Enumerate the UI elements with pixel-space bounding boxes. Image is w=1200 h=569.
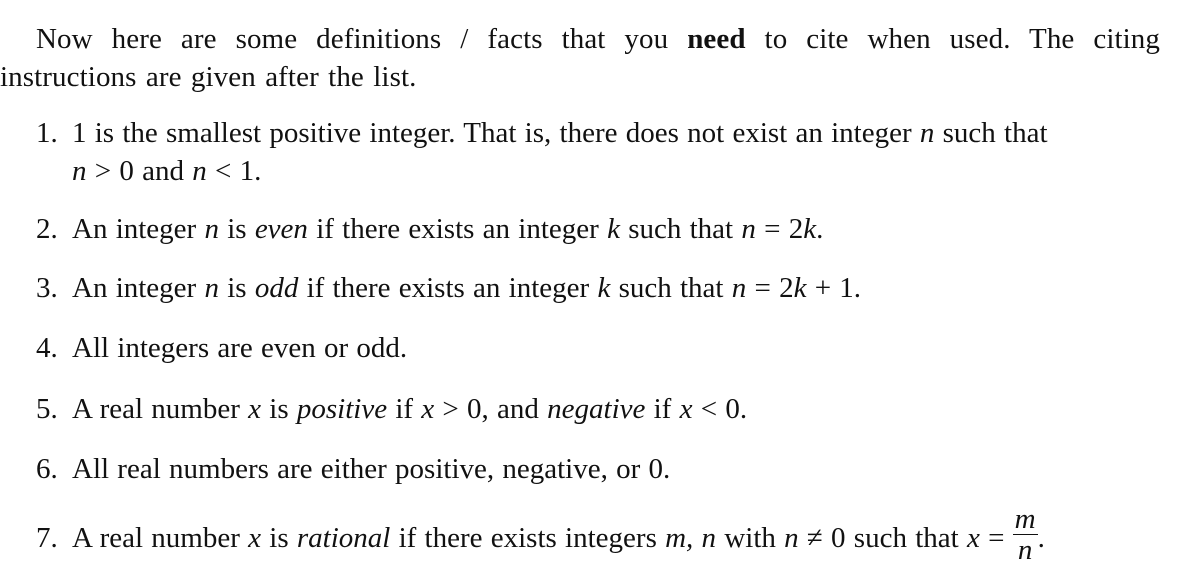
item-text: An integer n is odd if there exists an i… (72, 272, 862, 304)
item-number: 5. (36, 393, 58, 425)
item-text-continued: n > 0 and n < 1. (72, 155, 262, 187)
item-number: 6. (36, 453, 58, 485)
intro-paragraph: Now here are some definitions / facts th… (0, 20, 1160, 96)
list-item-5: 5. A real number x is positive if x > 0, … (36, 390, 1156, 428)
fraction-numerator: m (1014, 503, 1036, 535)
item-text: A real number x is rational if there exi… (72, 503, 1045, 566)
term-even: even (254, 213, 308, 245)
item-text: All real numbers are either positive, ne… (72, 453, 671, 485)
item-text: 1 is the smallest positive integer. That… (72, 117, 1048, 149)
list-item-3: 3. An integer n is odd if there exists an… (36, 269, 1156, 307)
list-item-1: 1. 1 is the smallest positive integer. T… (36, 114, 1156, 190)
list-item-7: 7. A real number x is rational if there e… (36, 503, 1156, 569)
list-item-6: 6. All real numbers are either positive, … (36, 450, 1156, 488)
list-item-4: 4. All integers are even or odd. (36, 329, 1156, 367)
term-negative: negative (547, 393, 646, 425)
item-number: 7. (36, 522, 58, 555)
intro-text-1: Now here are some definitions / facts th… (36, 23, 688, 55)
item-text: An integer n is even if there exists an … (72, 213, 824, 245)
term-rational: rational (296, 522, 391, 555)
list-item-2: 2. An integer n is even if there exists a… (36, 210, 1156, 248)
item-number: 4. (36, 332, 58, 364)
item-text: A real number x is positive if x > 0, an… (72, 393, 748, 425)
intro-emphasis: need (687, 23, 746, 55)
term-odd: odd (254, 272, 299, 304)
fraction-denominator: n (1017, 534, 1033, 566)
fraction-m-over-n: mn (1012, 503, 1038, 566)
item-number: 3. (36, 272, 58, 304)
item-number: 1. (36, 117, 58, 149)
term-positive: positive (296, 393, 388, 425)
item-text: All integers are even or odd. (72, 332, 408, 364)
item-number: 2. (36, 213, 58, 245)
